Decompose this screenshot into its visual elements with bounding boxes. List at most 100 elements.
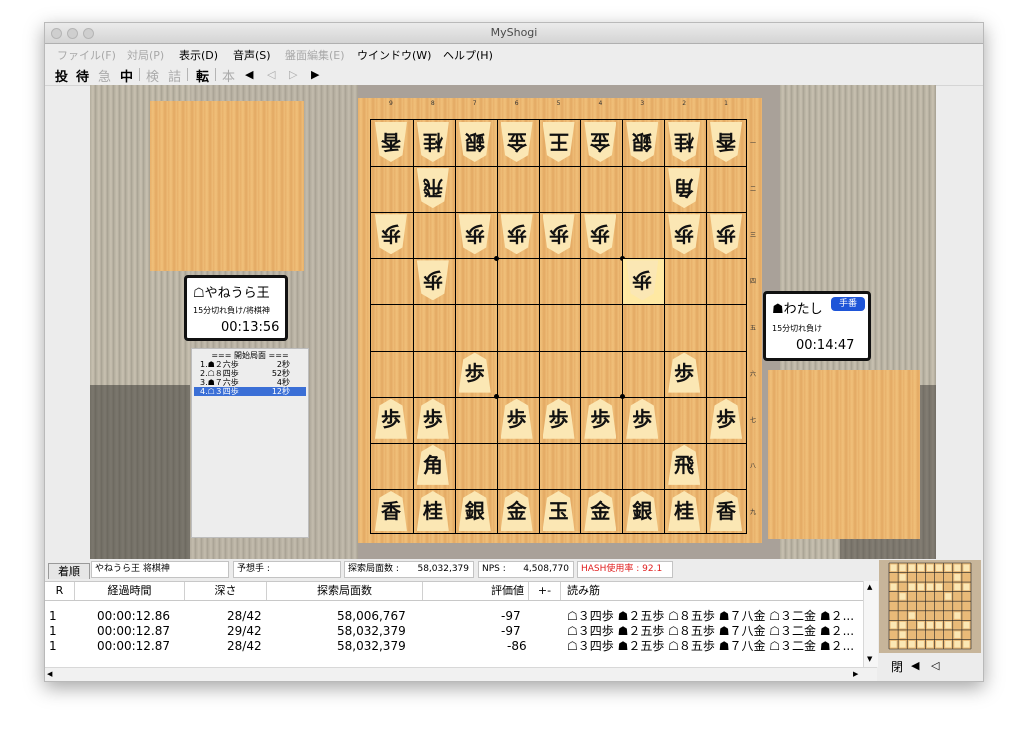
kifu-row[interactable]: 1.☗２六歩 2秒 <box>194 360 306 369</box>
col-header-nodes[interactable]: 探索局面数 <box>267 582 423 600</box>
next-move-button[interactable]: ▷ <box>289 68 297 81</box>
scroll-up-icon[interactable]: ▲ <box>867 583 872 591</box>
sente-piece[interactable]: 金 <box>500 490 533 531</box>
sente-piece[interactable]: 桂 <box>668 490 701 531</box>
flip-board-button[interactable]: 転 <box>196 66 209 85</box>
gote-piece[interactable]: 香 <box>710 122 743 163</box>
sente-piece[interactable]: 角 <box>416 444 449 485</box>
preview-back-button[interactable]: ◀ <box>911 659 919 672</box>
undo-button[interactable]: 待 <box>76 66 89 85</box>
sente-piece[interactable]: 香 <box>374 490 407 531</box>
last-move-button[interactable]: ▶ <box>311 68 319 81</box>
gote-piece-stand[interactable] <box>150 101 304 271</box>
piece-glyph: 歩 <box>548 406 569 431</box>
col-header-eval[interactable]: 評価値 <box>423 582 529 600</box>
gote-piece[interactable]: 歩 <box>584 214 617 255</box>
sente-piece[interactable]: 飛 <box>668 444 701 485</box>
prev-move-button[interactable]: ◁ <box>267 68 275 81</box>
gote-piece[interactable]: 桂 <box>416 122 449 163</box>
gote-piece[interactable]: 歩 <box>374 214 407 255</box>
sente-piece[interactable]: 歩 <box>584 398 617 439</box>
col-header-depth[interactable]: 深さ <box>185 582 267 600</box>
gote-piece[interactable]: 香 <box>374 122 407 163</box>
mate-search-button[interactable]: 詰 <box>168 66 181 85</box>
kifu-row-selected[interactable]: 4.☖３四歩 12秒 <box>194 387 306 396</box>
sente-piece[interactable]: 桂 <box>416 490 449 531</box>
preview-prev-button[interactable]: ◁ <box>931 659 939 672</box>
kifu-row[interactable]: 3.☗７六歩 4秒 <box>194 378 306 387</box>
main-line-button[interactable]: 本 <box>222 66 235 85</box>
gote-player-name: ☖やねうら王 <box>193 286 270 301</box>
menu-file[interactable]: ファイル(F) <box>57 47 116 63</box>
sente-piece-stand[interactable] <box>768 370 920 539</box>
grid-line <box>622 120 624 533</box>
hurry-button[interactable]: 急 <box>98 66 111 85</box>
gote-piece[interactable]: 歩 <box>458 214 491 255</box>
gote-piece[interactable]: 角 <box>668 168 701 209</box>
menu-edit-board[interactable]: 盤面編集(E) <box>285 47 345 63</box>
col-header-pv[interactable]: 読み筋 <box>561 582 863 600</box>
kifu-row[interactable]: 2.☖８四歩 52秒 <box>194 369 306 378</box>
mini-piece <box>908 640 915 648</box>
toolbar-divider <box>139 68 140 81</box>
first-move-button[interactable]: ◀ <box>245 68 253 81</box>
gote-piece[interactable]: 銀 <box>458 122 491 163</box>
gote-piece[interactable]: 歩 <box>500 214 533 255</box>
sente-piece[interactable]: 歩 <box>668 352 701 393</box>
shogi-board[interactable]: 987654321一二三四五六七八九香桂銀金王金銀桂香飛角歩歩歩歩歩歩歩歩歩歩歩… <box>358 98 762 543</box>
menu-view[interactable]: 表示(D) <box>179 47 218 63</box>
sente-piece[interactable]: 歩 <box>374 398 407 439</box>
scroll-left-icon[interactable]: ◀ <box>47 670 52 678</box>
sente-piece[interactable]: 香 <box>710 490 743 531</box>
mini-piece <box>917 621 924 629</box>
gote-piece[interactable]: 銀 <box>626 122 659 163</box>
gote-piece[interactable]: 飛 <box>416 168 449 209</box>
menu-game[interactable]: 対局(P) <box>127 47 164 63</box>
mini-piece <box>899 564 906 572</box>
sente-piece[interactable]: 玉 <box>542 490 575 531</box>
gote-piece[interactable]: 歩 <box>668 214 701 255</box>
piece-glyph: 桂 <box>674 130 695 155</box>
sente-piece[interactable]: 銀 <box>626 490 659 531</box>
gote-piece[interactable]: 歩 <box>542 214 575 255</box>
gote-piece[interactable]: 王 <box>542 122 575 163</box>
menu-help[interactable]: ヘルプ(H) <box>443 47 493 63</box>
sente-piece[interactable]: 歩 <box>626 398 659 439</box>
scroll-right-icon[interactable]: ▶ <box>853 670 858 678</box>
table-vertical-scrollbar[interactable]: ▲ ▼ <box>863 581 878 667</box>
sente-piece[interactable]: 歩 <box>416 398 449 439</box>
sente-piece[interactable]: 歩 <box>542 398 575 439</box>
gote-piece[interactable]: 金 <box>500 122 533 163</box>
gote-piece[interactable]: 金 <box>584 122 617 163</box>
mini-piece <box>899 640 906 648</box>
sente-piece[interactable]: 歩 <box>710 398 743 439</box>
cell-elapsed: 00:00:12.87 <box>97 639 170 653</box>
col-header-plusminus[interactable]: +- <box>529 582 561 600</box>
mini-board-preview[interactable] <box>879 560 981 653</box>
stop-button[interactable]: 中 <box>120 66 133 85</box>
cell-nodes: 58,006,767 <box>337 609 406 623</box>
kifu-list[interactable]: === 開始局面 === 1.☗２六歩 2秒 2.☖８四歩 52秒 3.☗７六歩… <box>191 348 309 538</box>
sente-piece[interactable]: 金 <box>584 490 617 531</box>
consider-button[interactable]: 検 <box>146 66 159 85</box>
sente-piece[interactable]: 歩 <box>500 398 533 439</box>
engine-pv-table[interactable]: R 経過時間 深さ 探索局面数 評価値 +- 読み筋 1 00:00:12.86… <box>45 581 877 668</box>
kifu-time: 4秒 <box>276 378 290 387</box>
gote-piece[interactable]: 歩 <box>416 260 449 301</box>
close-preview-button[interactable]: 閉 <box>891 658 903 675</box>
menu-sound[interactable]: 音声(S) <box>233 47 271 63</box>
nps-value: 4,508,770 <box>523 564 569 574</box>
gote-piece[interactable]: 桂 <box>668 122 701 163</box>
gote-piece[interactable]: 歩 <box>626 260 659 301</box>
col-header-rank[interactable]: R <box>45 582 75 600</box>
sente-piece[interactable]: 銀 <box>458 490 491 531</box>
sente-piece[interactable]: 歩 <box>458 352 491 393</box>
gote-piece[interactable]: 歩 <box>710 214 743 255</box>
rank-label: 四 <box>750 278 757 286</box>
resign-button[interactable]: 投 <box>55 66 68 85</box>
scroll-down-icon[interactable]: ▼ <box>867 655 872 663</box>
col-header-elapsed[interactable]: 経過時間 <box>75 582 185 600</box>
menu-window[interactable]: ウインドウ(W) <box>357 47 431 63</box>
engine-tab[interactable]: 着順 <box>48 563 90 579</box>
table-horizontal-scrollbar[interactable]: ◀ ▶ <box>45 667 877 681</box>
